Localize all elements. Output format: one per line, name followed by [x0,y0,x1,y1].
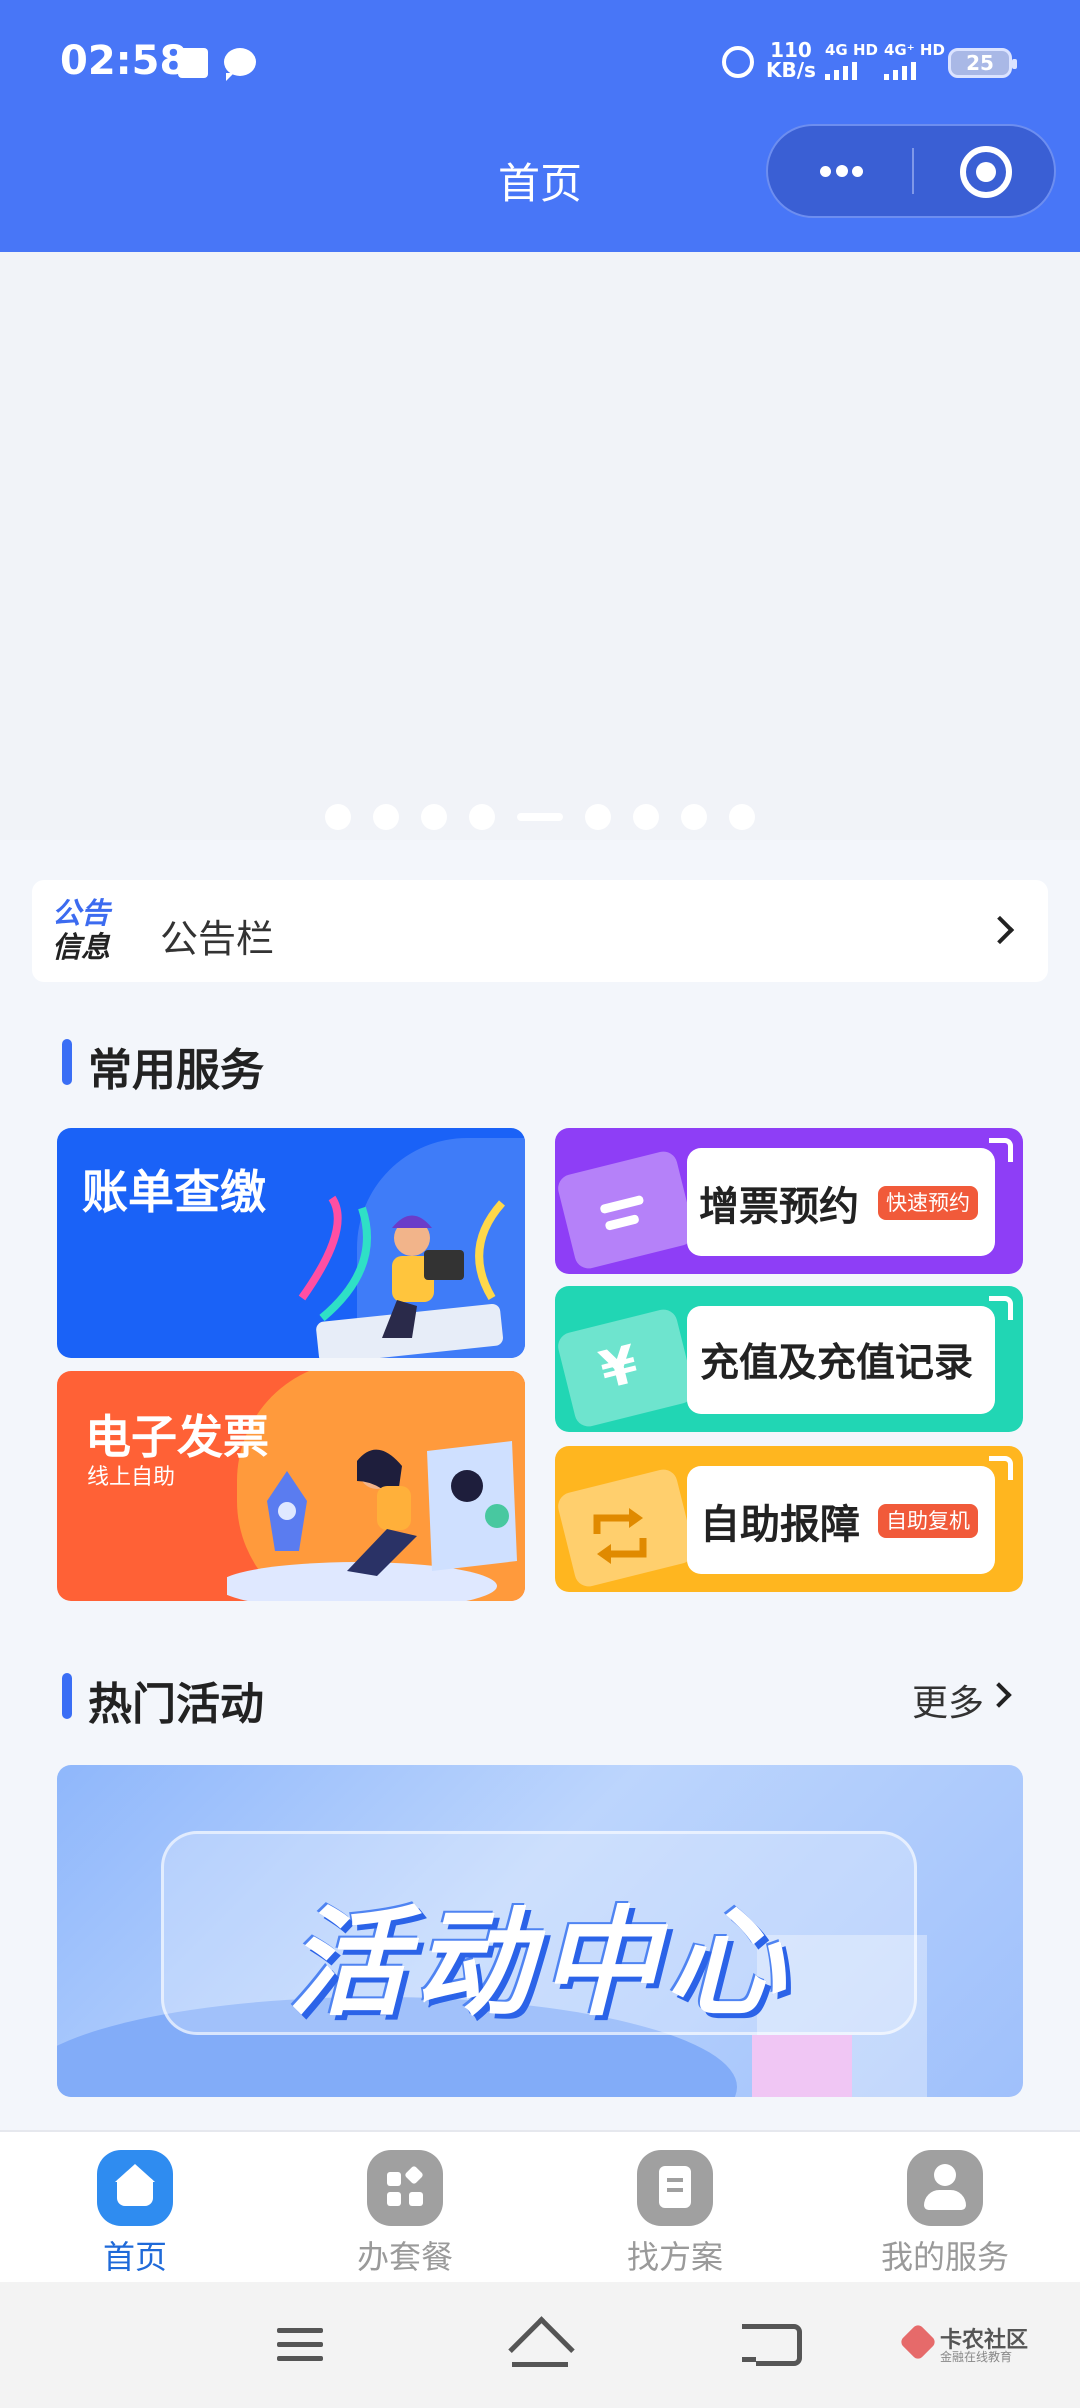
carousel-dot[interactable] [729,804,755,830]
bill-payment-title: 账单查缴 [82,1165,266,1219]
section-title-common-services: 常用服务 [88,1045,264,1096]
signal-sim2: 4G⁺ HD [884,42,945,80]
net-speed-value: 110 [770,38,812,62]
header: 02:58 110 KB/s 4G HD 4G⁺ HD 25 首页 [0,0,1080,252]
package-icon [367,2150,443,2226]
home-icon [97,2150,173,2226]
self-repair-label: 自助报障 [700,1502,860,1548]
activity-center-banner[interactable]: 活动中心 [57,1765,1023,2097]
e-invoice-card[interactable]: 电子发票 线上自助 [57,1371,525,1601]
section-title-hot-activities: 热门活动 [88,1679,264,1730]
carousel-dot[interactable] [373,804,399,830]
carousel-dot-active[interactable] [517,813,563,821]
carousel-dot[interactable] [421,804,447,830]
menu-icon[interactable] [277,2326,323,2364]
more-activities-link[interactable]: 更多 [912,1674,984,1726]
carousel-dot[interactable] [585,804,611,830]
signal-sim1: 4G HD [825,42,878,80]
carousel-dot[interactable] [681,804,707,830]
net-speed-unit: KB/s [766,58,816,82]
notice-logo-line2: 信息 [52,930,111,964]
ticket-booking-tag: 快速预约 [878,1186,978,1220]
tab-solution-label: 找方案 [626,2238,723,2276]
notice-bar[interactable]: 公告 信息 公告栏 [32,880,1048,982]
recharge-card[interactable]: ¥ 充值及充值记录 [555,1286,1023,1432]
battery-icon: 25 [948,48,1017,78]
system-home-icon[interactable] [510,2318,570,2370]
tab-package-label: 办套餐 [356,2238,453,2276]
carousel-dot[interactable] [469,804,495,830]
sim2-label: 4G⁺ HD [884,41,945,59]
e-invoice-subtitle: 线上自助 [87,1465,176,1490]
tab-my-services[interactable]: 我的服务 [845,2150,1045,2278]
chevron-right-icon[interactable] [986,1682,1012,1708]
ticket-booking-label: 增票预约 [699,1184,859,1230]
activity-center-text: 活动中心 [287,1894,792,2032]
miniprogram-capsule [766,124,1056,218]
banner-carousel[interactable] [0,252,1080,840]
tab-my-services-label: 我的服务 [880,2238,1009,2276]
ticket-booking-card[interactable]: 增票预约 快速预约 [555,1128,1023,1274]
more-dots-icon[interactable] [768,126,912,216]
notification-square-icon [178,48,208,78]
sim1-label: 4G HD [825,41,878,59]
watermark-logo-icon [898,2322,938,2362]
swap-arrows-icon [593,1508,647,1564]
status-time: 02:58 [60,38,188,84]
system-nav-bar: 卡农社区 金融在线教育 [0,2282,1080,2408]
section-accent-bar [62,1039,72,1085]
tab-solution[interactable]: 找方案 [575,2150,775,2278]
banner-cube-decoration [752,2035,852,2097]
chevron-right-icon [985,915,1015,945]
signal-bars-icon [825,62,878,80]
bill-payment-card[interactable]: 账单查缴 [57,1128,525,1358]
carousel-dot[interactable] [633,804,659,830]
back-icon[interactable] [742,2324,802,2366]
laptop-person-illustration [298,1195,506,1358]
tab-package[interactable]: 办套餐 [305,2150,505,2278]
section-accent-bar [62,1673,72,1719]
self-repair-tag: 自助复机 [878,1504,978,1538]
user-icon [907,2150,983,2226]
notice-logo-line1: 公告 [52,896,111,930]
chat-bubble-icon [224,48,256,81]
tab-home[interactable]: 首页 [35,2150,235,2278]
bottom-tab-bar: 首页 办套餐 找方案 我的服务 [0,2130,1080,2282]
self-repair-card[interactable]: 自助报障 自助复机 [555,1446,1023,1592]
target-circle-icon[interactable] [960,146,1012,198]
watermark-subtitle: 金融在线教育 [940,2350,1013,2364]
notice-logo: 公告 信息 [52,896,110,964]
carousel-dots [0,804,1080,830]
signal-bars-icon [884,62,945,80]
net-speed: 110 KB/s [766,40,816,80]
tab-home-label: 首页 [102,2238,167,2276]
rocket-person-illustration [227,1441,517,1601]
recharge-label: 充值及充值记录 [700,1341,974,1386]
alarm-icon [722,46,754,78]
carousel-dot[interactable] [325,804,351,830]
document-icon [637,2150,713,2226]
notice-text: 公告栏 [160,917,275,961]
capsule-divider [912,148,914,194]
e-invoice-title: 电子发票 [85,1410,269,1464]
ticket-lines-icon [600,1195,644,1231]
